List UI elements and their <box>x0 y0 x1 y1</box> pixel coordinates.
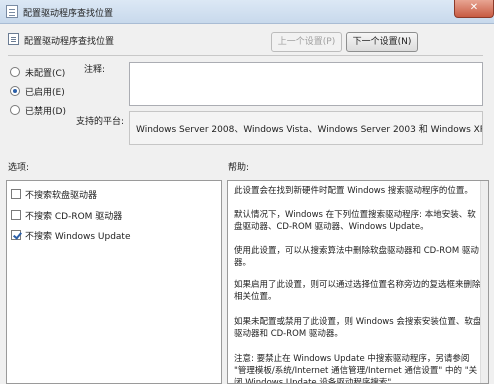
help-pane[interactable]: 此设置会在找到新硬件时配置 Windows 搜索驱动程序的位置。 默认情况下，W… <box>227 180 489 384</box>
platform-label: 支持的平台: <box>76 117 125 127</box>
radio-not-configured-button[interactable] <box>10 67 20 77</box>
platform-value: Windows Server 2008、Windows Vista、Window… <box>129 111 483 145</box>
radio-not-configured-label: 未配置(C) <box>25 68 66 79</box>
setting-icon <box>8 33 19 45</box>
checkbox-cdrom[interactable]: 不搜索 CD-ROM 驱动器 <box>11 209 123 222</box>
help-paragraph: 此设置会在找到新硬件时配置 Windows 搜索驱动程序的位置。 <box>234 186 473 196</box>
checkbox-cdrom-box[interactable] <box>11 210 21 220</box>
checkbox-cdrom-label: 不搜索 CD-ROM 驱动器 <box>25 211 123 222</box>
radio-enabled-label: 已启用(E) <box>25 87 65 98</box>
checkbox-floppy[interactable]: 不搜索软盘驱动器 <box>11 188 98 201</box>
header-divider <box>8 55 483 56</box>
options-pane: 不搜索软盘驱动器 不搜索 CD-ROM 驱动器 不搜索 Windows Upda… <box>6 180 222 384</box>
checkbox-floppy-label: 不搜索软盘驱动器 <box>25 190 98 201</box>
radio-disabled-button[interactable] <box>10 105 20 115</box>
help-paragraph: 使用此设置，可以从搜索算法中删除软盘驱动器和 CD-ROM 驱动器。 <box>234 246 479 268</box>
policy-document-icon <box>6 5 18 18</box>
title-bar: 配置驱动程序查找位置 ✕ <box>0 0 494 24</box>
comment-textarea[interactable] <box>129 62 483 106</box>
checkbox-floppy-box[interactable] <box>11 189 21 199</box>
radio-enabled-button[interactable] <box>10 86 20 96</box>
help-paragraph: 如果未配置或禁用了此设置，则 Windows 会搜索安装位置、软盘驱动器和 CD… <box>234 317 482 339</box>
previous-setting-button[interactable]: 上一个设置(P) <box>271 32 342 52</box>
checkbox-windows-update[interactable]: 不搜索 Windows Update <box>11 229 131 242</box>
options-section-label: 选项: <box>8 163 30 173</box>
help-paragraph: 如果启用了此设置，则可以通过选择位置名称旁边的复选框来删除相关位置。 <box>234 280 481 302</box>
window-title: 配置驱动程序查找位置 <box>23 9 114 19</box>
close-button[interactable]: ✕ <box>454 0 494 18</box>
radio-disabled[interactable]: 已禁用(D) <box>10 104 66 117</box>
help-paragraph: 默认情况下，Windows 在下列位置搜索驱动程序: 本地安装、软盘驱动器、CD… <box>234 210 476 232</box>
help-section-label: 帮助: <box>228 163 250 173</box>
next-setting-button[interactable]: 下一个设置(N) <box>346 32 418 52</box>
radio-not-configured[interactable]: 未配置(C) <box>10 66 66 79</box>
help-paragraph: 注意: 要禁止在 Windows Update 中搜索驱动程序，另请参阅 "管理… <box>234 354 478 384</box>
help-scrollbar[interactable] <box>480 181 488 383</box>
comment-label: 注释: <box>84 65 106 75</box>
radio-disabled-label: 已禁用(D) <box>25 106 66 117</box>
checkbox-windows-update-box[interactable] <box>11 230 21 240</box>
checkbox-windows-update-label: 不搜索 Windows Update <box>25 231 131 242</box>
radio-enabled[interactable]: 已启用(E) <box>10 85 65 98</box>
setting-title: 配置驱动程序查找位置 <box>24 37 115 47</box>
